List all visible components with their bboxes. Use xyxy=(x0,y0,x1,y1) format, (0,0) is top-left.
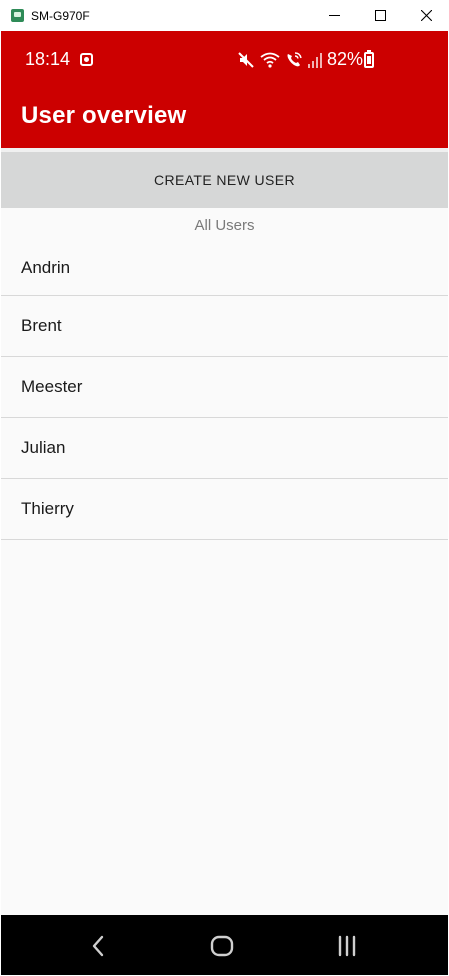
page-title: User overview xyxy=(21,102,187,129)
user-list-item[interactable]: Thierry xyxy=(1,479,448,540)
user-list-item[interactable]: Julian xyxy=(1,418,448,479)
window-controls xyxy=(311,0,449,31)
battery-charging-icon xyxy=(364,50,374,68)
user-list-item[interactable]: Andrin xyxy=(1,236,448,296)
home-button[interactable] xyxy=(207,933,237,959)
user-name: Meester xyxy=(21,377,83,396)
maximize-icon xyxy=(374,10,386,21)
status-time: 18:14 xyxy=(25,49,71,69)
user-list-item[interactable]: Brent xyxy=(1,296,448,357)
wifi-calling-icon xyxy=(287,52,302,67)
window-title-bar: SM-G970F xyxy=(0,0,449,31)
signal-icon xyxy=(308,53,322,68)
battery-percentage: 82% xyxy=(327,49,364,69)
back-button[interactable] xyxy=(83,933,113,959)
notification-icon xyxy=(80,53,93,66)
status-bar: 18:14 82% xyxy=(1,31,448,89)
user-name: Andrin xyxy=(21,258,71,277)
window-title: SM-G970F xyxy=(31,8,90,23)
close-icon xyxy=(420,10,432,21)
user-name: Thierry xyxy=(21,499,74,518)
mute-icon xyxy=(238,52,254,68)
recents-button[interactable] xyxy=(332,933,362,959)
recents-icon xyxy=(338,935,356,957)
close-button[interactable] xyxy=(403,0,449,31)
all-users-label: All Users xyxy=(194,217,255,234)
phone-screen: 18:14 82% User overview CREATE NEW USER … xyxy=(1,31,448,975)
create-new-user-button[interactable]: CREATE NEW USER xyxy=(1,152,448,208)
user-list-item[interactable]: Meester xyxy=(1,357,448,418)
maximize-button[interactable] xyxy=(357,0,403,31)
minimize-icon xyxy=(328,15,340,16)
back-icon xyxy=(92,935,104,957)
user-list: Andrin Brent Meester Julian Thierry xyxy=(1,236,448,540)
home-icon xyxy=(210,935,234,957)
navigation-bar xyxy=(1,915,448,975)
app-bar: User overview xyxy=(1,89,448,148)
status-icons xyxy=(237,50,322,70)
android-app-icon xyxy=(11,9,24,22)
minimize-button[interactable] xyxy=(311,0,357,31)
user-name: Brent xyxy=(21,316,62,335)
wifi-icon xyxy=(260,52,280,68)
user-name: Julian xyxy=(21,438,66,457)
